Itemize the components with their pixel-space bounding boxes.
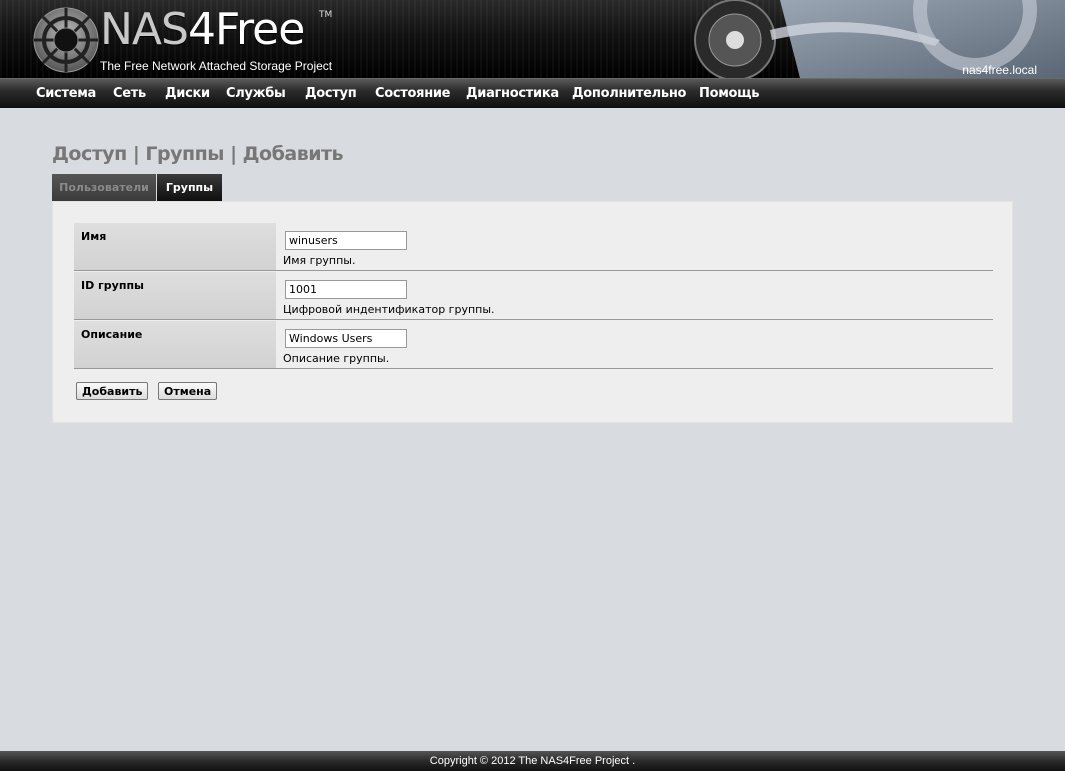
- group-description-input[interactable]: [285, 329, 407, 348]
- group-id-input[interactable]: [285, 280, 407, 299]
- hostname-label: nas4free.local: [962, 63, 1037, 77]
- footer-copyright: Copyright © 2012 The NAS4Free Project .: [0, 751, 1065, 771]
- field-hint-name: Имя группы.: [283, 254, 356, 267]
- logo-trademark: TM: [319, 10, 333, 20]
- logo-disc-icon: [33, 7, 99, 73]
- field-hint-gid: Цифровой индентификатор группы.: [283, 303, 495, 316]
- cancel-button[interactable]: Отмена: [158, 382, 218, 400]
- nav-item-system[interactable]: Система: [36, 86, 96, 101]
- form-row-name: Имя Имя группы.: [74, 223, 993, 271]
- field-cell-description: Описание группы.: [277, 321, 993, 368]
- nav-item-services[interactable]: Службы: [226, 86, 286, 101]
- logo-wordmark: NAS4Free: [100, 4, 305, 55]
- group-form-panel: Имя Имя группы. ID группы Цифровой инден…: [52, 201, 1013, 423]
- nav-item-disks[interactable]: Диски: [165, 86, 210, 101]
- group-name-input[interactable]: [285, 231, 407, 250]
- nav-item-network[interactable]: Сеть: [113, 86, 146, 101]
- logo-tagline: The Free Network Attached Storage Projec…: [100, 59, 333, 73]
- field-cell-name: Имя группы.: [277, 223, 993, 270]
- nav-item-access[interactable]: Доступ: [305, 86, 357, 101]
- field-label-description: Описание: [74, 321, 276, 368]
- field-label-name: Имя: [74, 223, 276, 270]
- nav-item-diagnostics[interactable]: Диагностика: [466, 86, 559, 101]
- page-title: Доступ | Группы | Добавить: [52, 143, 344, 165]
- field-hint-description: Описание группы.: [283, 352, 390, 365]
- add-button[interactable]: Добавить: [76, 382, 149, 400]
- tab-groups[interactable]: Группы: [157, 174, 222, 201]
- header-banner: NAS4Free TM The Free Network Attached St…: [0, 0, 1065, 78]
- main-nav: Система Сеть Диски Службы Доступ Состоян…: [0, 78, 1065, 108]
- form-row-gid: ID группы Цифровой индентификатор группы…: [74, 272, 993, 320]
- nav-item-status[interactable]: Состояние: [375, 86, 451, 101]
- form-row-description: Описание Описание группы.: [74, 321, 993, 369]
- field-label-gid: ID группы: [74, 272, 276, 319]
- nav-item-help[interactable]: Помощь: [699, 86, 759, 101]
- nav-item-advanced[interactable]: Дополнительно: [572, 86, 686, 101]
- tab-users[interactable]: Пользователи: [52, 174, 156, 201]
- field-cell-gid: Цифровой индентификатор группы.: [277, 272, 993, 319]
